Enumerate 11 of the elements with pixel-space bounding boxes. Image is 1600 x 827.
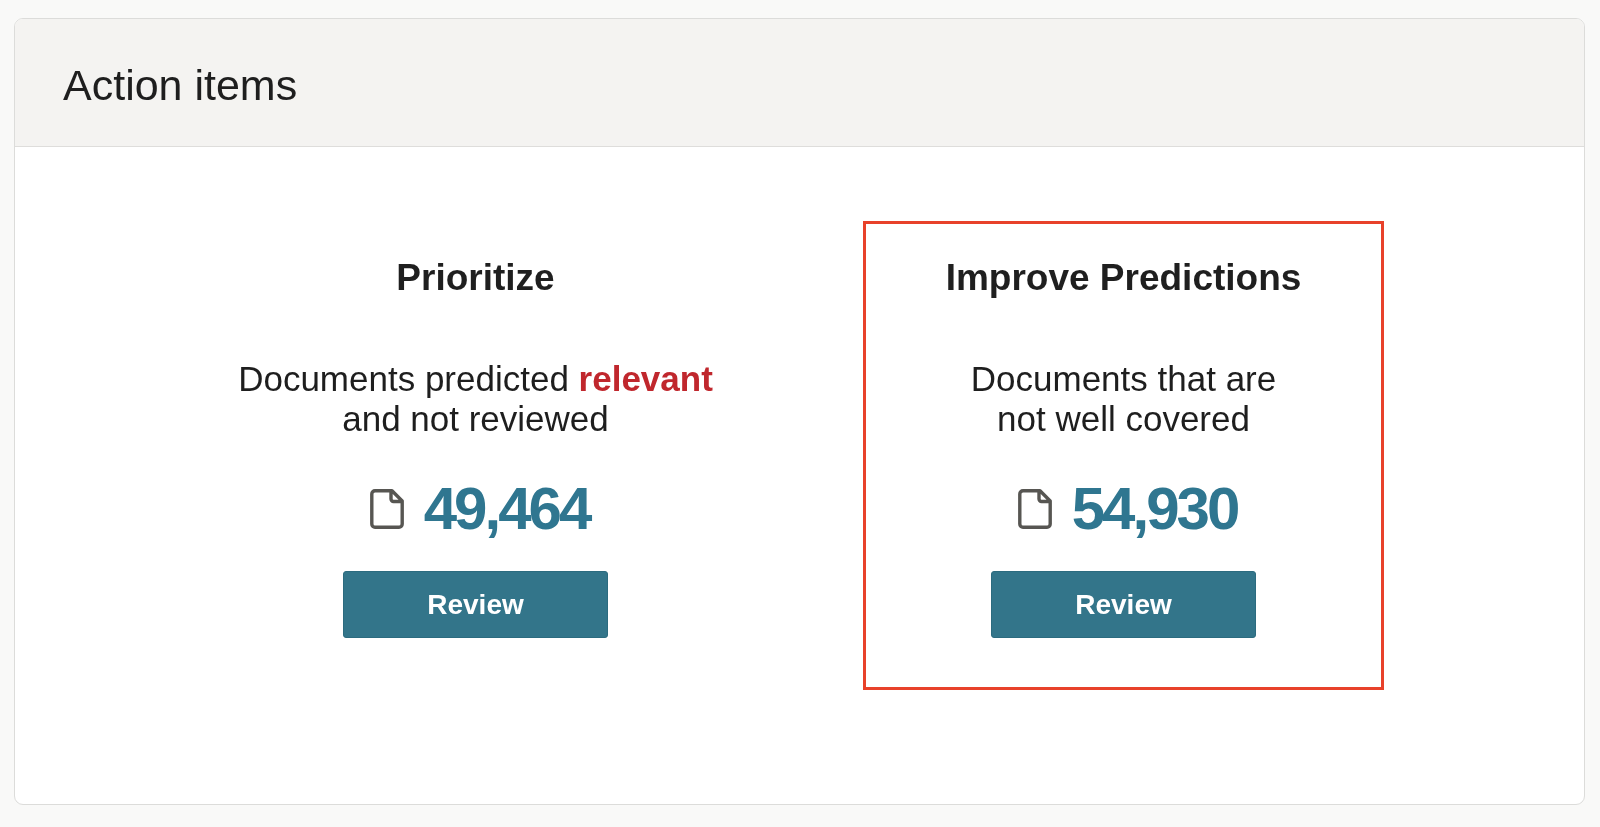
panel-title: Action items <box>63 59 298 111</box>
review-button[interactable]: Review <box>343 571 608 638</box>
card-title: Prioritize <box>396 256 555 300</box>
document-count: 49,464 <box>423 474 590 544</box>
card-description: Documents that are not well covered <box>970 359 1277 439</box>
review-button[interactable]: Review <box>991 571 1256 638</box>
card-title: Improve Predictions <box>945 256 1302 300</box>
document-icon <box>369 489 404 529</box>
document-icon <box>1017 489 1052 529</box>
document-count: 54,930 <box>1071 474 1238 544</box>
card-description: Documents predicted relevant and not reviewed <box>238 359 713 439</box>
